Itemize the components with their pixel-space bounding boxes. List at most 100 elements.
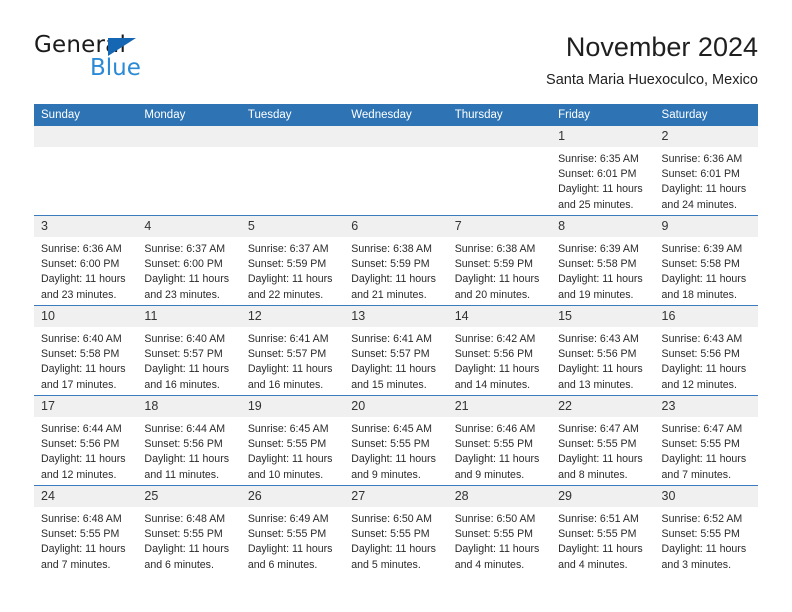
day-cell[interactable]: 7 Sunrise: 6:38 AM Sunset: 5:59 PM Daylight…: [447, 215, 552, 306]
calendar-week-row: 17 Sunrise: 6:44 AM Sunset: 5:56 PM Dayligh…: [34, 395, 758, 486]
day-cell[interactable]: 16 Sunrise: 6:43 AM Sunset: 5:56 PM Dayligh…: [654, 305, 758, 396]
day-cell[interactable]: 3 Sunrise: 6:36 AM Sunset: 6:00 PM Daylight…: [34, 215, 138, 306]
day-number: 20: [344, 396, 448, 417]
day-details: Sunrise: 6:41 AM Sunset: 5:57 PM Daylight:…: [344, 327, 447, 393]
sunset-text: Sunset: 5:55 PM: [454, 528, 534, 541]
sunrise-text: Sunrise: 6:45 AM: [247, 423, 329, 435]
sunset-text: Sunset: 6:01 PM: [558, 168, 637, 181]
daylight-text: Daylight: 11 hours and 3 minutes.: [661, 543, 747, 571]
title-block: November 2024 Santa Maria Huexoculco, Me…: [546, 30, 758, 90]
day-cell[interactable]: 19 Sunrise: 6:45 AM Sunset: 5:55 PM Dayligh…: [240, 395, 345, 486]
day-details: Sunrise: 6:36 AM Sunset: 6:01 PM Daylight:…: [655, 147, 758, 213]
day-number: 2: [654, 126, 758, 147]
day-number: 18: [137, 396, 241, 417]
day-cell-empty: [34, 126, 138, 216]
day-number: 29: [551, 486, 655, 507]
day-number: 11: [137, 306, 241, 327]
sunset-text: Sunset: 5:58 PM: [41, 348, 120, 361]
general-blue-logo[interactable]: General Blue: [34, 32, 234, 88]
day-number: 26: [240, 486, 345, 507]
day-details: Sunrise: 6:44 AM Sunset: 5:56 PM Daylight:…: [34, 417, 137, 483]
sunset-text: Sunset: 5:56 PM: [558, 348, 637, 361]
triangle-icon: [108, 38, 136, 56]
day-cell[interactable]: 4 Sunrise: 6:37 AM Sunset: 6:00 PM Daylight…: [137, 215, 241, 306]
day-details: Sunrise: 6:37 AM Sunset: 6:00 PM Daylight:…: [137, 237, 240, 303]
day-cell[interactable]: 5 Sunrise: 6:37 AM Sunset: 5:59 PM Daylight…: [240, 215, 345, 306]
day-number: [344, 126, 448, 147]
sunrise-text: Sunrise: 6:36 AM: [41, 243, 122, 255]
day-number: 16: [654, 306, 758, 327]
sunrise-text: Sunrise: 6:41 AM: [351, 333, 432, 345]
day-number: 12: [240, 306, 345, 327]
sunrise-text: Sunrise: 6:42 AM: [454, 333, 536, 345]
day-details: Sunrise: 6:40 AM Sunset: 5:58 PM Daylight:…: [34, 327, 137, 393]
day-details: Sunrise: 6:39 AM Sunset: 5:58 PM Daylight:…: [655, 237, 758, 303]
day-cell[interactable]: 17 Sunrise: 6:44 AM Sunset: 5:56 PM Dayligh…: [34, 395, 138, 486]
day-cell[interactable]: 10 Sunrise: 6:40 AM Sunset: 5:58 PM Dayligh…: [34, 305, 138, 396]
day-cell[interactable]: 21 Sunrise: 6:46 AM Sunset: 5:55 PM Dayligh…: [447, 395, 552, 486]
day-cell[interactable]: 26 Sunrise: 6:49 AM Sunset: 5:55 PM Dayligh…: [240, 485, 345, 575]
daylight-text: Daylight: 11 hours and 13 minutes.: [558, 363, 643, 391]
sunrise-text: Sunrise: 6:50 AM: [454, 513, 536, 525]
sunrise-text: Sunrise: 6:40 AM: [41, 333, 122, 345]
day-number: 14: [447, 306, 552, 327]
day-cell[interactable]: 20 Sunrise: 6:45 AM Sunset: 5:55 PM Dayligh…: [344, 395, 448, 486]
sunrise-text: Sunrise: 6:52 AM: [661, 513, 743, 525]
day-cell[interactable]: 12 Sunrise: 6:41 AM Sunset: 5:57 PM Dayligh…: [240, 305, 345, 396]
day-cell[interactable]: 30 Sunrise: 6:52 AM Sunset: 5:55 PM Dayligh…: [654, 485, 758, 575]
day-cell[interactable]: 18 Sunrise: 6:44 AM Sunset: 5:56 PM Dayligh…: [137, 395, 241, 486]
day-cell[interactable]: 14 Sunrise: 6:42 AM Sunset: 5:56 PM Dayligh…: [447, 305, 552, 396]
page-header: General Blue November 2024 Santa Maria H…: [34, 30, 758, 92]
weekday-header: Sunday Monday Tuesday Wednesday Thursday Frid…: [34, 104, 758, 126]
daylight-text: Daylight: 11 hours and 24 minutes.: [661, 183, 747, 211]
day-cell[interactable]: 23 Sunrise: 6:47 AM Sunset: 5:55 PM Dayligh…: [654, 395, 758, 486]
day-cell[interactable]: 28 Sunrise: 6:50 AM Sunset: 5:55 PM Dayligh…: [447, 485, 552, 575]
day-cell[interactable]: 11 Sunrise: 6:40 AM Sunset: 5:57 PM Dayligh…: [137, 305, 241, 396]
day-number: 30: [654, 486, 758, 507]
day-cell[interactable]: 13 Sunrise: 6:41 AM Sunset: 5:57 PM Dayligh…: [344, 305, 448, 396]
day-cell[interactable]: 24 Sunrise: 6:48 AM Sunset: 5:55 PM Dayligh…: [34, 485, 138, 575]
day-cell[interactable]: 6 Sunrise: 6:38 AM Sunset: 5:59 PM Daylight…: [344, 215, 448, 306]
day-cell[interactable]: 2 Sunrise: 6:36 AM Sunset: 6:01 PM Daylight…: [654, 126, 758, 216]
day-details: Sunrise: 6:40 AM Sunset: 5:57 PM Daylight:…: [137, 327, 240, 393]
day-number: 6: [344, 216, 448, 237]
sunrise-text: Sunrise: 6:39 AM: [558, 243, 639, 255]
calendar-page: General Blue November 2024 Santa Maria H…: [0, 0, 792, 612]
day-details: Sunrise: 6:46 AM Sunset: 5:55 PM Daylight:…: [448, 417, 551, 483]
page-subtitle: Santa Maria Huexoculco, Mexico: [546, 72, 758, 88]
daylight-text: Daylight: 11 hours and 4 minutes.: [558, 543, 643, 571]
daylight-text: Daylight: 11 hours and 12 minutes.: [41, 453, 126, 481]
sunrise-text: Sunrise: 6:49 AM: [247, 513, 329, 525]
day-number: 1: [551, 126, 655, 147]
sunrise-text: Sunrise: 6:37 AM: [247, 243, 329, 255]
sunrise-text: Sunrise: 6:48 AM: [144, 513, 226, 525]
day-details: Sunrise: 6:47 AM Sunset: 5:55 PM Daylight:…: [655, 417, 758, 483]
day-cell-empty: [240, 126, 345, 216]
calendar-week-row: 24 Sunrise: 6:48 AM Sunset: 5:55 PM Dayligh…: [34, 485, 758, 575]
day-cell[interactable]: 22 Sunrise: 6:47 AM Sunset: 5:55 PM Dayligh…: [551, 395, 655, 486]
day-cell[interactable]: 29 Sunrise: 6:51 AM Sunset: 5:55 PM Dayligh…: [551, 485, 655, 575]
daylight-text: Daylight: 11 hours and 25 minutes.: [558, 183, 643, 211]
weekday-header-sunday: Sunday: [34, 104, 138, 126]
day-number: 9: [654, 216, 758, 237]
day-cell[interactable]: 25 Sunrise: 6:48 AM Sunset: 5:55 PM Dayligh…: [137, 485, 241, 575]
day-number: 24: [34, 486, 138, 507]
sunrise-text: Sunrise: 6:35 AM: [558, 153, 639, 165]
calendar-table: Sunday Monday Tuesday Wednesday Thursday Frid…: [34, 104, 758, 575]
daylight-text: Daylight: 11 hours and 11 minutes.: [144, 453, 230, 481]
sunset-text: Sunset: 5:55 PM: [661, 438, 740, 451]
day-cell[interactable]: 15 Sunrise: 6:43 AM Sunset: 5:56 PM Dayligh…: [551, 305, 655, 396]
day-cell[interactable]: 27 Sunrise: 6:50 AM Sunset: 5:55 PM Dayligh…: [344, 485, 448, 575]
day-cell[interactable]: 9 Sunrise: 6:39 AM Sunset: 5:58 PM Daylight…: [654, 215, 758, 306]
sunset-text: Sunset: 5:55 PM: [351, 528, 430, 541]
daylight-text: Daylight: 11 hours and 16 minutes.: [144, 363, 230, 391]
day-number: 4: [137, 216, 241, 237]
day-cell[interactable]: 8 Sunrise: 6:39 AM Sunset: 5:58 PM Daylight…: [551, 215, 655, 306]
day-number: 5: [240, 216, 345, 237]
sunset-text: Sunset: 5:55 PM: [558, 438, 637, 451]
day-number: [240, 126, 345, 147]
day-cell[interactable]: 1 Sunrise: 6:35 AM Sunset: 6:01 PM Daylight…: [551, 126, 655, 216]
daylight-text: Daylight: 11 hours and 8 minutes.: [558, 453, 643, 481]
weekday-header-monday: Monday: [137, 104, 241, 126]
sunset-text: Sunset: 5:58 PM: [558, 258, 637, 271]
